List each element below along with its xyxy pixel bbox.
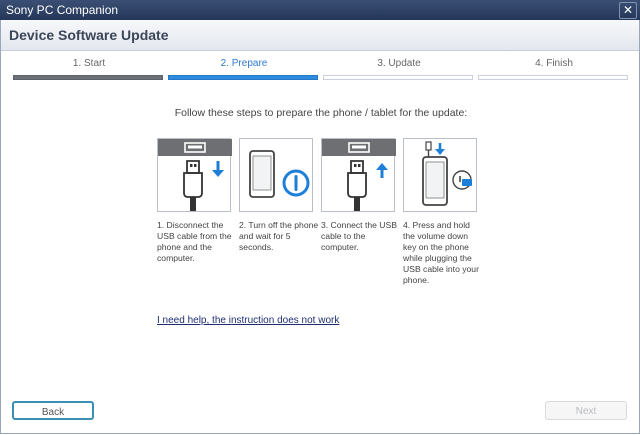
usb-disconnect-icon xyxy=(158,139,232,211)
instruction-text: Follow these steps to prepare the phone … xyxy=(174,107,468,119)
phone-power-off-icon xyxy=(249,150,310,198)
step-finish-progress xyxy=(478,75,628,80)
step3-panel xyxy=(321,138,396,212)
step1-panel xyxy=(157,138,232,212)
back-button[interactable]: Back xyxy=(12,401,94,420)
help-link[interactable]: I need help, the instruction does not wo… xyxy=(157,315,339,326)
step-update-progress xyxy=(323,75,473,80)
page-header: Device Software Update xyxy=(1,20,639,51)
step-finish-label: 4. Finish xyxy=(535,58,573,69)
step3-caption: 3. Connect the USB cable to the computer… xyxy=(321,220,397,252)
app-title: Sony PC Companion xyxy=(6,3,119,17)
close-button[interactable]: ✕ xyxy=(619,2,637,19)
step-prepare-progress xyxy=(168,75,318,80)
update-window: Device Software Update 1. Start 2. Prepa… xyxy=(0,20,640,434)
next-button[interactable]: Next xyxy=(545,401,627,420)
step4-caption: 4. Press and hold the volume down key on… xyxy=(403,220,479,285)
title-bar: Sony PC Companion ✕ xyxy=(0,0,640,20)
volume-down-plug-icon xyxy=(422,141,472,206)
page-title: Device Software Update xyxy=(9,27,169,43)
step-prepare-label: 2. Prepare xyxy=(220,58,268,69)
step2-caption: 2. Turn off the phone and wait for 5 sec… xyxy=(239,220,319,252)
step1-caption: 1. Disconnect the USB cable from the pho… xyxy=(157,220,232,263)
step-start-progress xyxy=(13,75,163,80)
step4-panel xyxy=(403,138,477,212)
step2-panel xyxy=(239,138,313,212)
step-update-label: 3. Update xyxy=(377,58,421,69)
usb-connect-icon xyxy=(322,139,396,211)
step-start-label: 1. Start xyxy=(72,58,106,69)
